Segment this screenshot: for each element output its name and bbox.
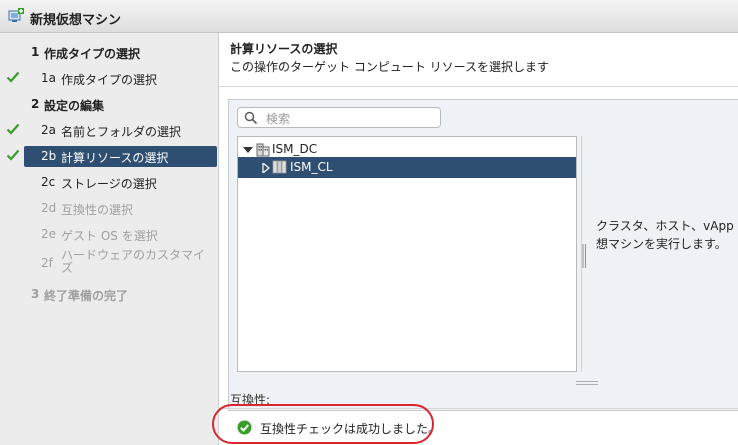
page-description: この操作のターゲット コンピュート リソースを選択します [230,60,550,74]
nav-step-number: 2b [41,149,57,163]
nav-step-label: ストレージの選択 [61,177,157,191]
search-box[interactable] [237,107,441,128]
expand-right-icon[interactable] [261,163,271,173]
nav-step-number: 2c [41,175,56,189]
nav-step-2d[interactable]: 2d 互換性の選択 [0,197,219,219]
info-line: クラスタ、ホスト、vApp また [596,219,738,233]
tree-label-datacenter: ISM_DC [272,142,318,156]
horizontal-splitter-handle[interactable] [576,380,598,386]
nav-step-1a[interactable]: 1a 作成タイプの選択 [0,67,219,89]
checkmark-icon [6,70,20,84]
nav-step-label: 作成タイプの選択 [61,73,158,87]
new-vm-icon [8,8,24,22]
header-divider [219,86,738,87]
nav-step-2b[interactable]: 2b 計算リソースの選択 [0,145,219,167]
nav-step-number: 2 [31,97,40,111]
window-title: 新規仮想マシン [30,13,122,28]
expand-down-icon[interactable] [243,145,253,155]
nav-step-2[interactable]: 2 設定の編集 [0,93,219,115]
search-icon [244,111,258,125]
resource-panel: ISM_DC ISM_CL クラスタ、ホスト、vApp また 想マシンを [228,99,738,411]
nav-step-2f[interactable]: 2f ハードウェアのカスタマイズ [0,248,219,275]
annotation-highlight-ellipse [212,404,434,444]
nav-step-2a[interactable]: 2a 名前とフォルダの選択 [0,119,219,141]
wizard-nav: 1 作成タイプの選択 1a 作成タイプの選択 2 設定の編集 2a 名前とフォルダの選択 2b 計… [0,33,219,445]
checkmark-icon [6,148,20,162]
cluster-icon [272,160,287,174]
nav-step-3[interactable]: 3 終了準備の完了 [0,283,219,305]
page-title: 計算リソースの選択 [230,42,338,56]
checkmark-icon [6,122,20,136]
nav-step-label: 互換性の選択 [61,203,134,217]
nav-step-2c[interactable]: 2c ストレージの選択 [0,171,219,193]
nav-step-1[interactable]: 1 作成タイプの選択 [0,41,219,63]
vertical-splitter-handle[interactable] [581,136,587,372]
nav-step-number: 2f [41,256,53,270]
nav-step-label: 終了準備の完了 [44,289,129,303]
window-titlebar: 新規仮想マシン [0,0,738,33]
tree-label-cluster: ISM_CL [290,160,333,174]
nav-step-number: 3 [31,287,40,301]
nav-step-number: 2a [41,123,56,137]
nav-step-label: 設定の編集 [44,99,105,113]
nav-step-number: 1a [41,71,56,85]
nav-step-label: 計算リソースの選択 [61,151,169,165]
info-description: クラスタ、ホスト、vApp また 想マシンを実行します。 [596,217,738,253]
nav-step-2e[interactable]: 2e ゲスト OS を選択 [0,223,219,245]
info-line: 想マシンを実行します。 [596,237,727,251]
nav-step-label: ハードウェアのカスタマイズ [61,248,206,275]
datacenter-icon [256,143,270,157]
resource-tree[interactable]: ISM_DC ISM_CL [237,136,577,372]
nav-step-number: 1 [31,45,40,59]
tree-node-cluster[interactable]: ISM_CL [238,157,576,178]
search-input[interactable] [264,109,438,128]
nav-step-number: 2e [41,227,57,241]
content-pane: 計算リソースの選択 この操作のターゲット コンピュート リソースを選択します 検… [219,33,738,445]
nav-step-label: 名前とフォルダの選択 [61,125,182,139]
nav-step-label: 作成タイプの選択 [44,47,141,61]
nav-step-number: 2d [41,201,57,215]
nav-step-label: ゲスト OS を選択 [61,229,158,243]
